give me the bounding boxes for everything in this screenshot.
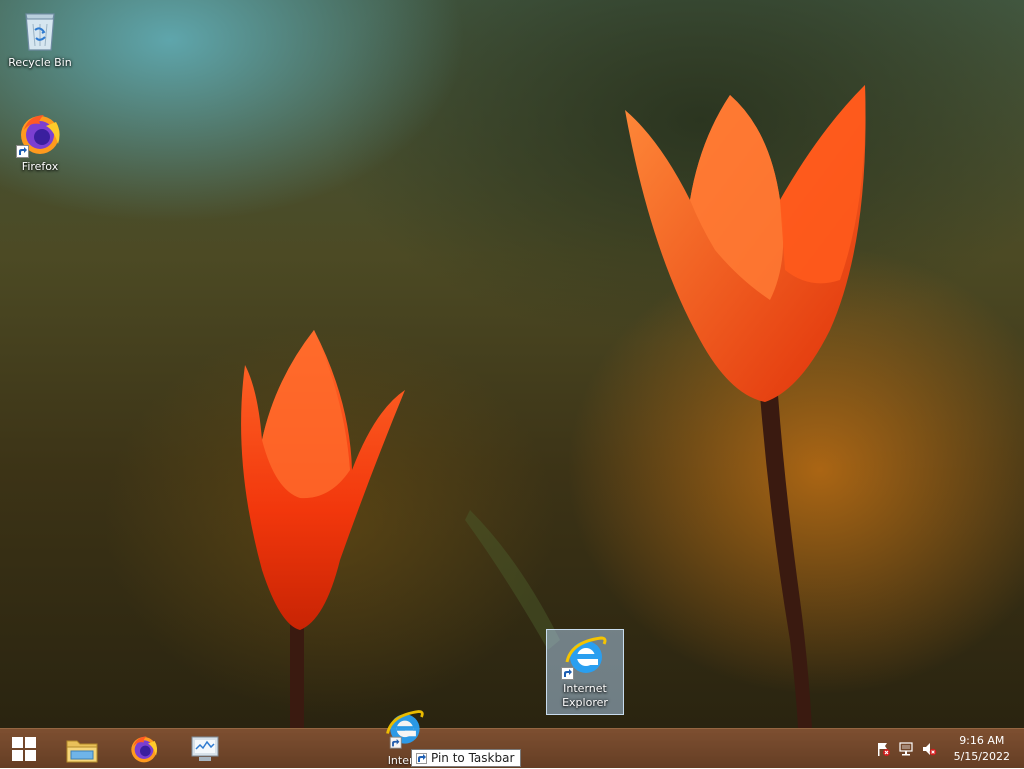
windows-start-icon <box>12 737 36 761</box>
internet-explorer-icon <box>386 710 424 749</box>
start-button[interactable] <box>0 729 48 769</box>
tooltip-text: Pin to Taskbar <box>431 751 515 765</box>
taskbar-task-manager[interactable] <box>177 729 233 769</box>
desktop[interactable]: Recycle Bin Firefox Internet Explorer <box>0 0 1024 728</box>
clock-time: 9:16 AM <box>959 734 1005 747</box>
firefox-icon <box>131 736 158 763</box>
desktop-icon-internet-explorer[interactable]: Internet Explorer <box>546 629 624 715</box>
network-icon[interactable] <box>894 741 918 757</box>
desktop-icon-label: Recycle Bin <box>8 56 72 69</box>
clock-date: 5/15/2022 <box>953 750 1010 763</box>
desktop-icon-recycle-bin[interactable]: Recycle Bin <box>1 6 79 70</box>
internet-explorer-icon <box>561 632 609 680</box>
desktop-icon-label-line2: Explorer <box>562 696 608 709</box>
desktop-icon-label: Firefox <box>21 160 59 173</box>
wallpaper-tulips <box>241 85 866 728</box>
taskbar-file-explorer[interactable] <box>54 729 110 769</box>
system-tray <box>872 729 940 769</box>
pin-shortcut-icon <box>416 752 427 764</box>
taskbar-firefox[interactable] <box>116 729 172 769</box>
file-explorer-icon <box>66 740 98 763</box>
task-manager-icon <box>191 736 219 761</box>
shortcut-arrow-icon <box>16 145 29 158</box>
recycle-bin-icon <box>16 6 64 54</box>
volume-muted-icon[interactable] <box>918 741 940 757</box>
desktop-icon-firefox[interactable]: Firefox <box>1 110 79 174</box>
firefox-icon <box>16 110 64 158</box>
pin-to-taskbar-tooltip: Pin to Taskbar <box>411 749 522 767</box>
desktop-icon-label-line1: Internet <box>563 682 607 695</box>
action-center-flag-icon[interactable] <box>872 741 894 757</box>
taskbar-clock[interactable]: 9:16 AM 5/15/2022 <box>954 733 1010 765</box>
shortcut-arrow-icon <box>561 667 574 680</box>
